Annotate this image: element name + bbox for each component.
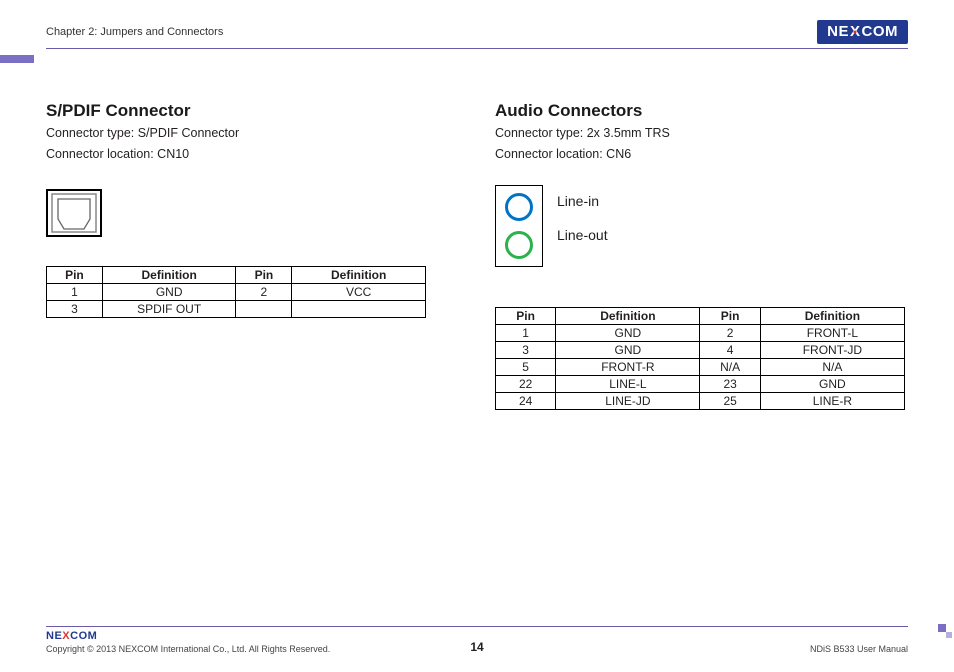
cell-pin: 22 (496, 375, 556, 392)
th-pin: Pin (236, 266, 292, 283)
th-definition: Definition (102, 266, 236, 283)
copyright-text: Copyright © 2013 NEXCOM International Co… (46, 644, 330, 654)
table-row: 1 GND 2 VCC (47, 283, 426, 300)
cell-pin: 5 (496, 358, 556, 375)
spdif-type: Connector type: S/PDIF Connector (46, 125, 459, 142)
spdif-connector-diagram (46, 189, 102, 237)
cell-def: FRONT-JD (760, 341, 904, 358)
cell-pin: 3 (47, 300, 103, 317)
cell-pin: 24 (496, 392, 556, 409)
th-definition: Definition (556, 307, 700, 324)
cell-def: GND (556, 341, 700, 358)
audio-connector-diagram (495, 185, 543, 267)
cell-pin: 4 (700, 341, 760, 358)
table-row: 3 GND 4 FRONT-JD (496, 341, 905, 358)
cell-def: N/A (760, 358, 904, 375)
table-row: 24 LINE-JD 25 LINE-R (496, 392, 905, 409)
chapter-title: Chapter 2: Jumpers and Connectors (46, 26, 223, 38)
cell-pin: 1 (47, 283, 103, 300)
cell-pin: 23 (700, 375, 760, 392)
audio-pin-table: Pin Definition Pin Definition 1 GND 2 FR… (495, 307, 905, 410)
cell-pin: 3 (496, 341, 556, 358)
table-row: 1 GND 2 FRONT-L (496, 324, 905, 341)
manual-name: NDiS B533 User Manual (810, 644, 908, 654)
line-in-label: Line-in (557, 193, 608, 209)
cell-pin: 25 (700, 392, 760, 409)
footer-decoration-icon (938, 624, 954, 640)
audio-type: Connector type: 2x 3.5mm TRS (495, 125, 908, 142)
footer-logo: NEXCOM (46, 630, 330, 642)
table-row: 5 FRONT-R N/A N/A (496, 358, 905, 375)
accent-stub (0, 55, 34, 63)
th-definition: Definition (292, 266, 426, 283)
cell-def: GND (102, 283, 236, 300)
spdif-location: Connector location: CN10 (46, 146, 459, 163)
cell-def: FRONT-R (556, 358, 700, 375)
th-pin: Pin (700, 307, 760, 324)
cell-pin (236, 300, 292, 317)
brand-logo: NE X COM (817, 20, 908, 44)
cell-def: LINE-JD (556, 392, 700, 409)
line-out-jack-icon (505, 231, 533, 259)
audio-location: Connector location: CN6 (495, 146, 908, 163)
cell-def: VCC (292, 283, 426, 300)
th-definition: Definition (760, 307, 904, 324)
cell-def: LINE-L (556, 375, 700, 392)
cell-def: LINE-R (760, 392, 904, 409)
brand-x: X (850, 23, 861, 40)
cell-pin: 2 (236, 283, 292, 300)
spdif-pin-table: Pin Definition Pin Definition 1 GND 2 VC… (46, 266, 426, 318)
cell-pin: N/A (700, 358, 760, 375)
brand-pre: NE (827, 23, 849, 40)
brand-post: COM (862, 23, 899, 40)
table-row: 22 LINE-L 23 GND (496, 375, 905, 392)
cell-def: FRONT-L (760, 324, 904, 341)
footer-divider (46, 626, 908, 627)
cell-pin: 2 (700, 324, 760, 341)
page-number: 14 (470, 640, 483, 654)
cell-def (292, 300, 426, 317)
audio-heading: Audio Connectors (495, 101, 908, 121)
line-out-label: Line-out (557, 227, 608, 243)
cell-def: GND (556, 324, 700, 341)
cell-pin: 1 (496, 324, 556, 341)
th-pin: Pin (47, 266, 103, 283)
cell-def: SPDIF OUT (102, 300, 236, 317)
table-row: 3 SPDIF OUT (47, 300, 426, 317)
spdif-heading: S/PDIF Connector (46, 101, 459, 121)
header-divider (46, 48, 908, 49)
th-pin: Pin (496, 307, 556, 324)
cell-def: GND (760, 375, 904, 392)
line-in-jack-icon (505, 193, 533, 221)
